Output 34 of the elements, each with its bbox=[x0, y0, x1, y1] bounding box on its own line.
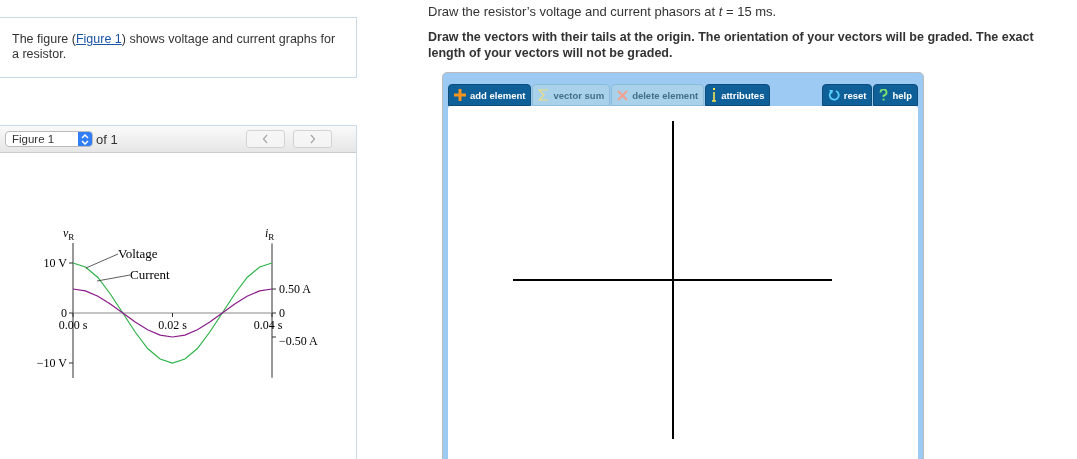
figure-select[interactable]: Figure 1 bbox=[5, 131, 93, 147]
stepper-icon bbox=[78, 132, 92, 146]
intro-text: The figure (Figure 1) shows voltage and current graphs for a resistor. bbox=[12, 32, 337, 62]
plus-icon bbox=[454, 89, 466, 101]
toolbar-button[interactable]: help bbox=[873, 84, 918, 106]
toolbar-button[interactable]: add element bbox=[448, 84, 532, 106]
x-icon bbox=[617, 89, 629, 101]
tick-label: 0.00 s bbox=[58, 318, 88, 332]
chevron-left-icon bbox=[262, 134, 269, 144]
tick-label: 0.02 s bbox=[158, 318, 187, 332]
tick-label: −10 V bbox=[36, 356, 67, 370]
chevron-right-icon bbox=[309, 134, 316, 144]
tick-label: 0 bbox=[61, 306, 67, 320]
question-text: Draw the resistor’s voltage and current phasors at t = 15 ms. bbox=[428, 4, 778, 20]
tick-label: −0.50 A bbox=[279, 334, 318, 348]
curve-label: Current bbox=[130, 267, 170, 282]
toolbar-button[interactable]: attributes bbox=[705, 84, 771, 106]
reset-icon bbox=[827, 89, 840, 101]
curve-label: Voltage bbox=[118, 246, 158, 261]
tick-label: 10 V bbox=[43, 256, 67, 270]
leader-line bbox=[96, 274, 131, 282]
axis-label: v$_{R}$ bbox=[63, 226, 75, 242]
tick-label: 0.50 A bbox=[279, 282, 311, 296]
figure-count: of 1 bbox=[96, 131, 118, 147]
figure-link[interactable]: Figure 1 bbox=[75, 32, 122, 46]
instructions-text: Draw the vectors with their tails at the origin. The orientation of your vectors will be graded. The exact length of your vectors will not be graded. bbox=[428, 29, 1035, 61]
axis-label: i$_{R}$ bbox=[265, 226, 275, 242]
toolbar-button[interactable]: reset bbox=[821, 84, 873, 106]
info-icon bbox=[711, 88, 718, 102]
leader-line bbox=[85, 253, 119, 269]
tick-label: 0 bbox=[279, 306, 285, 320]
tick-label: 0.04 s bbox=[253, 318, 283, 332]
help-icon bbox=[879, 89, 889, 101]
sigma-icon bbox=[538, 89, 550, 101]
